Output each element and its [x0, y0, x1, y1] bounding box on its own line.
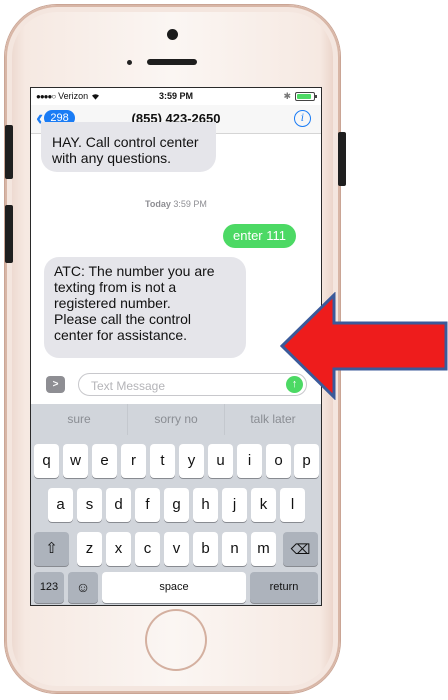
- key-u[interactable]: u: [208, 444, 233, 478]
- key-t[interactable]: t: [150, 444, 175, 478]
- message-timestamp: Today 3:59 PM: [31, 199, 321, 209]
- mute-switch: [5, 125, 13, 179]
- received-message-bubble: HAY. Call control center with any questi…: [41, 122, 216, 172]
- message-line: center for assistance.: [54, 327, 188, 343]
- timestamp-day: Today: [145, 199, 171, 209]
- key-q[interactable]: q: [34, 444, 59, 478]
- message-line: registered number.: [54, 295, 171, 311]
- bluetooth-icon: ✱: [283, 91, 291, 101]
- suggestion-sure[interactable]: sure: [31, 404, 128, 435]
- key-h[interactable]: h: [193, 488, 218, 522]
- key-o[interactable]: o: [266, 444, 291, 478]
- received-message-bubble: ATC: The number you are texting from is …: [44, 257, 246, 358]
- shift-key[interactable]: ⇧: [34, 532, 69, 566]
- key-i[interactable]: i: [237, 444, 262, 478]
- earpiece-speaker: [147, 59, 197, 65]
- key-d[interactable]: d: [106, 488, 131, 522]
- key-s[interactable]: s: [77, 488, 102, 522]
- key-j[interactable]: j: [222, 488, 247, 522]
- key-x[interactable]: x: [106, 532, 131, 566]
- key-k[interactable]: k: [251, 488, 276, 522]
- keyboard: sure sorry no talk later q w e r t y u i…: [31, 404, 321, 605]
- sent-message-bubble: enter 111: [223, 224, 297, 248]
- shift-icon: ⇧: [45, 540, 58, 557]
- proximity-sensor: [127, 60, 132, 65]
- red-arrow-annotation: [280, 292, 448, 400]
- key-v[interactable]: v: [164, 532, 189, 566]
- message-line: Please call the control: [54, 311, 191, 327]
- numbers-key[interactable]: 123: [34, 572, 64, 603]
- status-time: 3:59 PM: [158, 91, 193, 101]
- key-r[interactable]: r: [121, 444, 146, 478]
- key-w[interactable]: w: [63, 444, 88, 478]
- key-y[interactable]: y: [179, 444, 204, 478]
- delete-key[interactable]: ⌫: [283, 532, 318, 566]
- message-line: HAY. Call control center: [52, 134, 199, 150]
- key-n[interactable]: n: [222, 532, 247, 566]
- power-button: [338, 132, 346, 186]
- apps-chevron-icon[interactable]: >: [46, 376, 65, 393]
- message-line: texting from is not a: [54, 279, 177, 295]
- front-camera: [167, 29, 178, 40]
- key-c[interactable]: c: [135, 532, 160, 566]
- suggestion-sorry-no[interactable]: sorry no: [128, 404, 225, 435]
- quicktype-bar: sure sorry no talk later: [31, 404, 321, 435]
- delete-icon: ⌫: [290, 541, 311, 557]
- key-a[interactable]: a: [48, 488, 73, 522]
- suggestion-talk-later[interactable]: talk later: [225, 404, 321, 435]
- message-composer: > Text Message ↑: [31, 371, 321, 401]
- return-key[interactable]: return: [250, 572, 318, 603]
- key-e[interactable]: e: [92, 444, 117, 478]
- timestamp-time: 3:59 PM: [173, 199, 207, 209]
- phone-screen: ●●●●○ Verizon 3:59 PM ✱ ‹ 298 (855) 423-…: [30, 87, 322, 606]
- message-line: with any questions.: [52, 150, 172, 166]
- space-key[interactable]: space: [102, 572, 246, 603]
- home-button[interactable]: [145, 609, 207, 671]
- key-p[interactable]: p: [294, 444, 319, 478]
- key-g[interactable]: g: [164, 488, 189, 522]
- battery-icon: [295, 92, 317, 101]
- status-bar: ●●●●○ Verizon 3:59 PM ✱: [31, 88, 321, 105]
- key-f[interactable]: f: [135, 488, 160, 522]
- key-m[interactable]: m: [251, 532, 276, 566]
- info-icon[interactable]: i: [294, 110, 311, 127]
- volume-button: [5, 205, 13, 263]
- key-z[interactable]: z: [77, 532, 102, 566]
- message-input[interactable]: Text Message: [78, 373, 307, 396]
- emoji-icon: ☺: [75, 579, 91, 595]
- key-b[interactable]: b: [193, 532, 218, 566]
- emoji-key[interactable]: ☺: [68, 572, 98, 603]
- key-l[interactable]: l: [280, 488, 305, 522]
- message-line: ATC: The number you are: [54, 263, 215, 279]
